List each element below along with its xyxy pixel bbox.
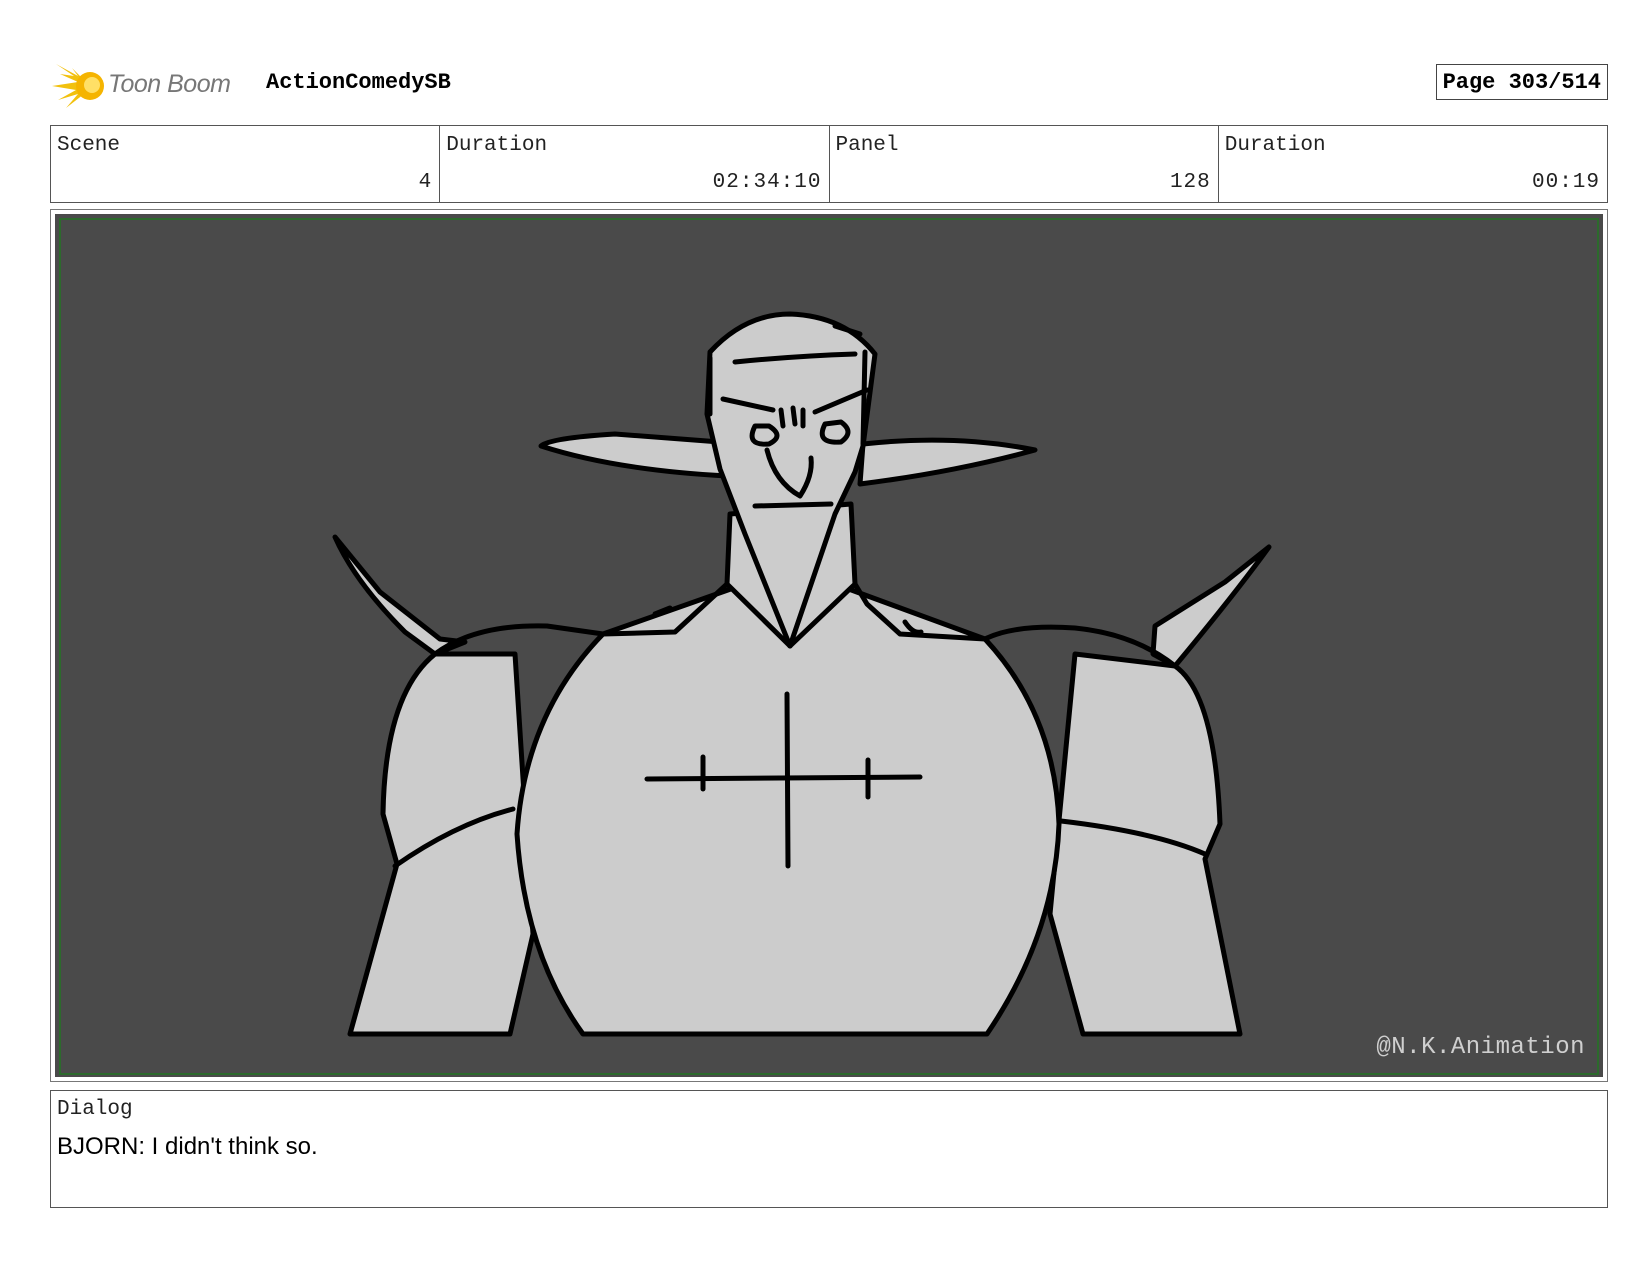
storyboard-header: Toon Boom ActionComedySB Page 303/514	[50, 54, 1608, 114]
scene-cell: Scene 4	[51, 126, 441, 202]
scene-label: Scene	[57, 134, 121, 157]
panel-value: 128	[1169, 171, 1211, 194]
right-back-spike	[1150, 544, 1272, 669]
dialog-box: Dialog BJORN: I didn't think so.	[50, 1090, 1608, 1208]
dialog-label: Dialog	[57, 1098, 133, 1121]
panel-duration-cell: Duration 00:19	[1219, 126, 1607, 202]
toon-boom-logo: Toon Boom	[52, 60, 252, 110]
right-ear	[857, 437, 1038, 487]
project-title: ActionComedySB	[266, 70, 451, 95]
panel-info-table: Scene 4 Duration 02:34:10 Panel 128 Dura…	[50, 125, 1608, 203]
panel-frame: @N.K.Animation	[50, 209, 1608, 1082]
character-sketch	[332, 311, 1272, 1037]
panel-duration-value: 00:19	[1531, 171, 1600, 194]
left-arm	[347, 651, 536, 1037]
left-ear	[538, 431, 730, 479]
scene-duration-label: Duration	[446, 134, 548, 157]
left-back-spike	[332, 534, 468, 657]
panel-image: @N.K.Animation	[55, 214, 1603, 1077]
right-arm	[1047, 651, 1243, 1037]
panel-duration-label: Duration	[1224, 134, 1326, 157]
scene-duration-value: 02:34:10	[712, 171, 822, 194]
panel-label: Panel	[835, 134, 899, 157]
watermark: @N.K.Animation	[1376, 1034, 1585, 1061]
starburst-icon	[52, 64, 104, 108]
scene-duration-cell: Duration 02:34:10	[440, 126, 830, 202]
dialog-text: BJORN: I didn't think so.	[57, 1133, 318, 1160]
panel-cell: Panel 128	[830, 126, 1219, 202]
scene-value: 4	[418, 171, 433, 194]
logo-text: Toon Boom	[108, 70, 231, 98]
page-indicator: Page 303/514	[1435, 64, 1608, 100]
